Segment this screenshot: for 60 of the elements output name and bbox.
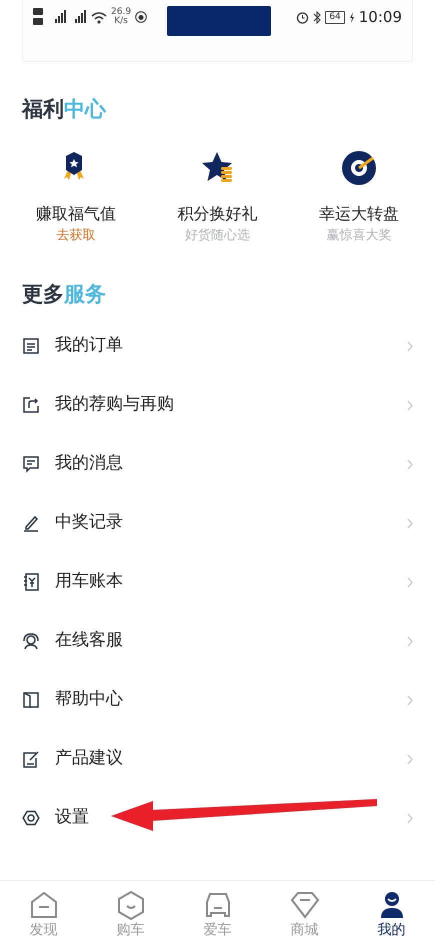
menu-label: 中奖记录 — [55, 511, 123, 534]
menu-item[interactable]: 用车账本 — [0, 552, 435, 612]
wifi-icon — [91, 10, 107, 24]
menu-item[interactable]: 在线客服 — [0, 612, 435, 670]
settings-icon — [22, 809, 40, 827]
chevron-right-icon — [407, 694, 413, 706]
hexagon-smile-icon — [116, 890, 146, 920]
chevron-right-icon — [407, 400, 413, 410]
section-title: 更多服务 — [21, 281, 107, 308]
chevron-right-icon — [407, 340, 413, 352]
welfare-label: 积分换好礼 — [177, 202, 258, 224]
headset-icon — [22, 632, 40, 650]
chevron-right-icon — [407, 576, 413, 588]
welfare-item[interactable]: 积分换好礼 好货随心选 — [146, 150, 288, 245]
alarm-icon — [296, 10, 310, 24]
welfare-subtitle: 去获取 — [56, 226, 96, 244]
target-icon — [341, 150, 378, 186]
notebook-icon — [22, 573, 40, 591]
menu-item[interactable]: 设置 — [0, 788, 435, 848]
chevron-right-icon — [407, 812, 413, 824]
clock-time: 10:09 — [358, 6, 402, 28]
section-title: 福利中心 — [20, 96, 108, 123]
network-speed: 26.9 — [111, 8, 132, 17]
menu-label: 产品建议 — [55, 747, 123, 770]
battery-level: 64 — [325, 10, 345, 24]
menu-item[interactable]: 中奖记录 — [0, 494, 435, 552]
bluetooth-icon — [313, 10, 322, 24]
menu-label: 我的订单 — [55, 334, 123, 358]
chevron-right-icon — [407, 518, 413, 528]
chevron-right-icon — [407, 754, 413, 764]
menu-label: 用车账本 — [55, 570, 123, 594]
chevron-right-icon — [407, 458, 413, 470]
menu-label: 帮助中心 — [55, 688, 123, 712]
list-icon — [22, 337, 40, 355]
menu-label: 我的荐购与再购 — [55, 393, 174, 416]
share-icon — [22, 396, 40, 414]
menu-item[interactable]: 产品建议 — [0, 730, 435, 788]
menu-label: 我的消息 — [55, 452, 123, 476]
house-icon — [28, 890, 58, 920]
menu-item[interactable]: 我的消息 — [0, 434, 435, 494]
menu-label: 设置 — [55, 806, 89, 830]
welfare-subtitle: 赢惊喜大奖 — [326, 226, 392, 244]
welfare-item[interactable]: 幸运大转盘 赢惊喜大奖 — [288, 150, 430, 245]
charging-icon — [348, 12, 355, 22]
welfare-label: 赚取福气值 — [36, 202, 116, 224]
menu-item[interactable]: 帮助中心 — [0, 670, 435, 730]
welfare-label: 幸运大转盘 — [319, 202, 400, 224]
pen-icon — [22, 514, 40, 532]
message-icon — [22, 455, 40, 473]
welfare-subtitle: 好货随心选 — [184, 226, 250, 244]
tab-item[interactable]: 我的 — [348, 881, 435, 950]
speed-unit: K/s — [113, 17, 129, 26]
menu-item[interactable]: 我的订单 — [0, 316, 435, 376]
welfare-item[interactable]: 赚取福气值 去获取 — [5, 150, 147, 245]
door-icon — [22, 691, 40, 709]
menu-item[interactable]: 我的荐购与再购 — [0, 376, 435, 434]
diamond-icon — [290, 890, 320, 920]
edit-note-icon — [22, 750, 40, 768]
chevron-right-icon — [407, 636, 413, 646]
menu-label: 在线客服 — [55, 629, 123, 652]
